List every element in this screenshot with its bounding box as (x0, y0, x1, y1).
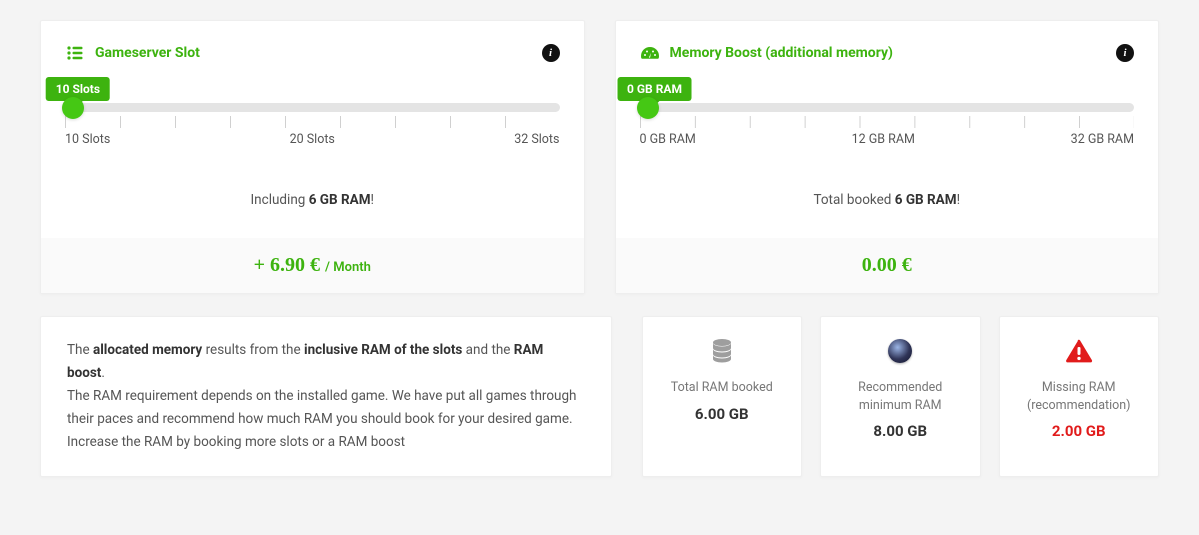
slot-price: + 6.90 € / Month (41, 238, 584, 293)
slider-ticks (640, 116, 1135, 128)
including-text: Including 6 GB RAM! (65, 157, 560, 238)
stat-value: 2.00 GB (1014, 422, 1145, 440)
slider-thumb[interactable] (637, 97, 659, 119)
slider-labels: 0 GB RAM 12 GB RAM 32 GB RAM (640, 132, 1135, 147)
info-icon[interactable]: i (1116, 44, 1134, 62)
database-icon (657, 337, 788, 365)
slider-labels: 10 Slots 20 Slots 32 Slots (65, 132, 560, 147)
slot-slider[interactable]: 10 Slots 10 Slots 20 Slots 32 Slots (65, 103, 560, 157)
stat-recommended-ram: Recommended minimum RAM 8.00 GB (820, 316, 981, 477)
info-icon[interactable]: i (542, 44, 560, 62)
slider-max-label: 32 Slots (514, 132, 559, 147)
memory-slider[interactable]: 0 GB RAM 0 GB RAM 12 GB RAM 32 GB RAM (640, 103, 1135, 157)
slider-track[interactable] (65, 103, 560, 112)
gauge-icon (640, 43, 660, 63)
slider-mid-label: 20 Slots (290, 132, 335, 147)
card-title: Gameserver Slot (95, 45, 532, 61)
total-booked-text: Total booked 6 GB RAM! (640, 157, 1135, 238)
memory-boost-card: Memory Boost (additional memory) i 0 GB … (615, 20, 1160, 294)
stat-value: 8.00 GB (835, 422, 966, 440)
list-icon (65, 43, 85, 63)
ram-info-panel: The allocated memory results from the in… (40, 316, 612, 477)
slider-track[interactable] (640, 103, 1135, 112)
memory-value-bubble: 0 GB RAM (617, 77, 692, 101)
ram-info-line1: The allocated memory results from the in… (67, 339, 585, 385)
memory-price: 0.00 € (616, 238, 1159, 293)
stat-label: Total RAM booked (657, 379, 788, 397)
slider-min-label: 10 Slots (65, 132, 110, 147)
stat-label: Missing RAM (recommendation) (1014, 379, 1145, 414)
slider-thumb[interactable] (62, 97, 84, 119)
ram-stats: Total RAM booked 6.00 GB Recommended min… (642, 316, 1160, 477)
stat-value: 6.00 GB (657, 405, 788, 423)
warning-icon (1014, 337, 1145, 365)
slider-ticks (65, 116, 560, 128)
stat-missing-ram: Missing RAM (recommendation) 2.00 GB (999, 316, 1160, 477)
slider-min-label: 0 GB RAM (640, 132, 696, 147)
game-icon (835, 337, 966, 365)
slider-mid-label: 12 GB RAM (852, 132, 915, 147)
stat-label: Recommended minimum RAM (835, 379, 966, 414)
gameserver-slot-card: Gameserver Slot i 10 Slots 10 Slots 20 S… (40, 20, 585, 294)
ram-info-line2: The RAM requirement depends on the insta… (67, 385, 585, 454)
stat-total-ram: Total RAM booked 6.00 GB (642, 316, 803, 477)
card-title: Memory Boost (additional memory) (670, 45, 1107, 61)
slider-max-label: 32 GB RAM (1071, 132, 1134, 147)
